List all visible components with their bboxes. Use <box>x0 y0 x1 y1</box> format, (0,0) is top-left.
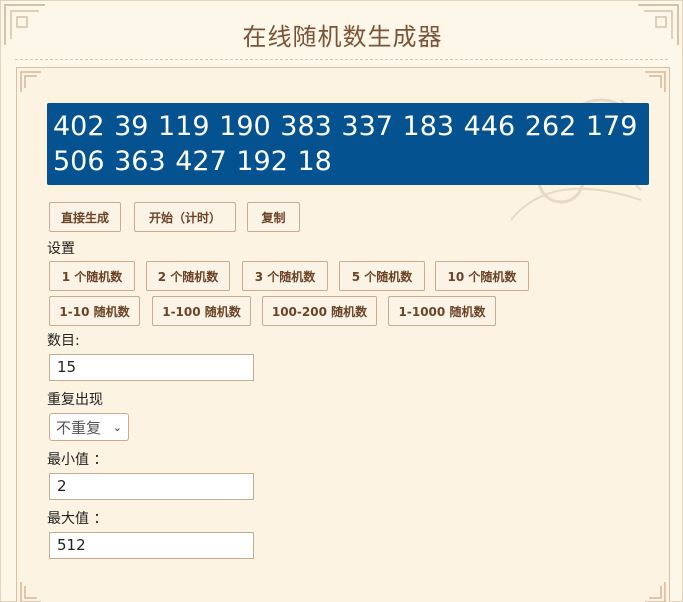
title-divider <box>15 59 668 60</box>
generator-panel: 402 39 119 190 383 337 183 446 262 179 5… <box>16 67 670 602</box>
chevron-down-icon: ⌄ <box>112 420 122 434</box>
result-display: 402 39 119 190 383 337 183 446 262 179 5… <box>47 103 649 185</box>
preset-1-button[interactable]: 1 个随机数 <box>49 261 135 291</box>
repeat-label: 重复出现 <box>47 392 103 408</box>
max-label: 最大值 ： <box>47 511 108 527</box>
min-input[interactable]: 2 <box>49 473 254 500</box>
preset-10-button[interactable]: 10 个随机数 <box>435 261 529 291</box>
preset-3-button[interactable]: 3 个随机数 <box>242 261 328 291</box>
start-timer-button[interactable]: 开始（计时） <box>134 202 236 232</box>
min-label: 最小值 ： <box>47 452 108 468</box>
count-input[interactable]: 15 <box>49 354 254 381</box>
panel-corner-icon <box>20 581 42 602</box>
preset-2-button[interactable]: 2 个随机数 <box>146 261 230 291</box>
repeat-select-value: 不重复 <box>56 418 102 437</box>
settings-heading: 设置 <box>47 241 75 257</box>
direct-generate-button[interactable]: 直接生成 <box>49 202 121 232</box>
range-100-200-button[interactable]: 100-200 随机数 <box>262 296 377 326</box>
range-1-100-button[interactable]: 1-100 随机数 <box>152 296 251 326</box>
panel-corner-icon <box>644 581 666 602</box>
max-input[interactable]: 512 <box>49 532 254 559</box>
page-title: 在线随机数生成器 <box>242 23 443 51</box>
copy-button[interactable]: 复制 <box>247 202 300 232</box>
range-1-10-button[interactable]: 1-10 随机数 <box>49 296 140 326</box>
repeat-select[interactable]: 不重复 ⌄ <box>49 413 129 441</box>
range-1-1000-button[interactable]: 1-1000 随机数 <box>388 296 496 326</box>
panel-corner-icon <box>20 71 42 93</box>
page-frame: 在线随机数生成器 402 39 119 190 383 337 183 446 … <box>0 0 683 602</box>
preset-5-button[interactable]: 5 个随机数 <box>339 261 425 291</box>
count-label: 数目: <box>47 333 80 349</box>
